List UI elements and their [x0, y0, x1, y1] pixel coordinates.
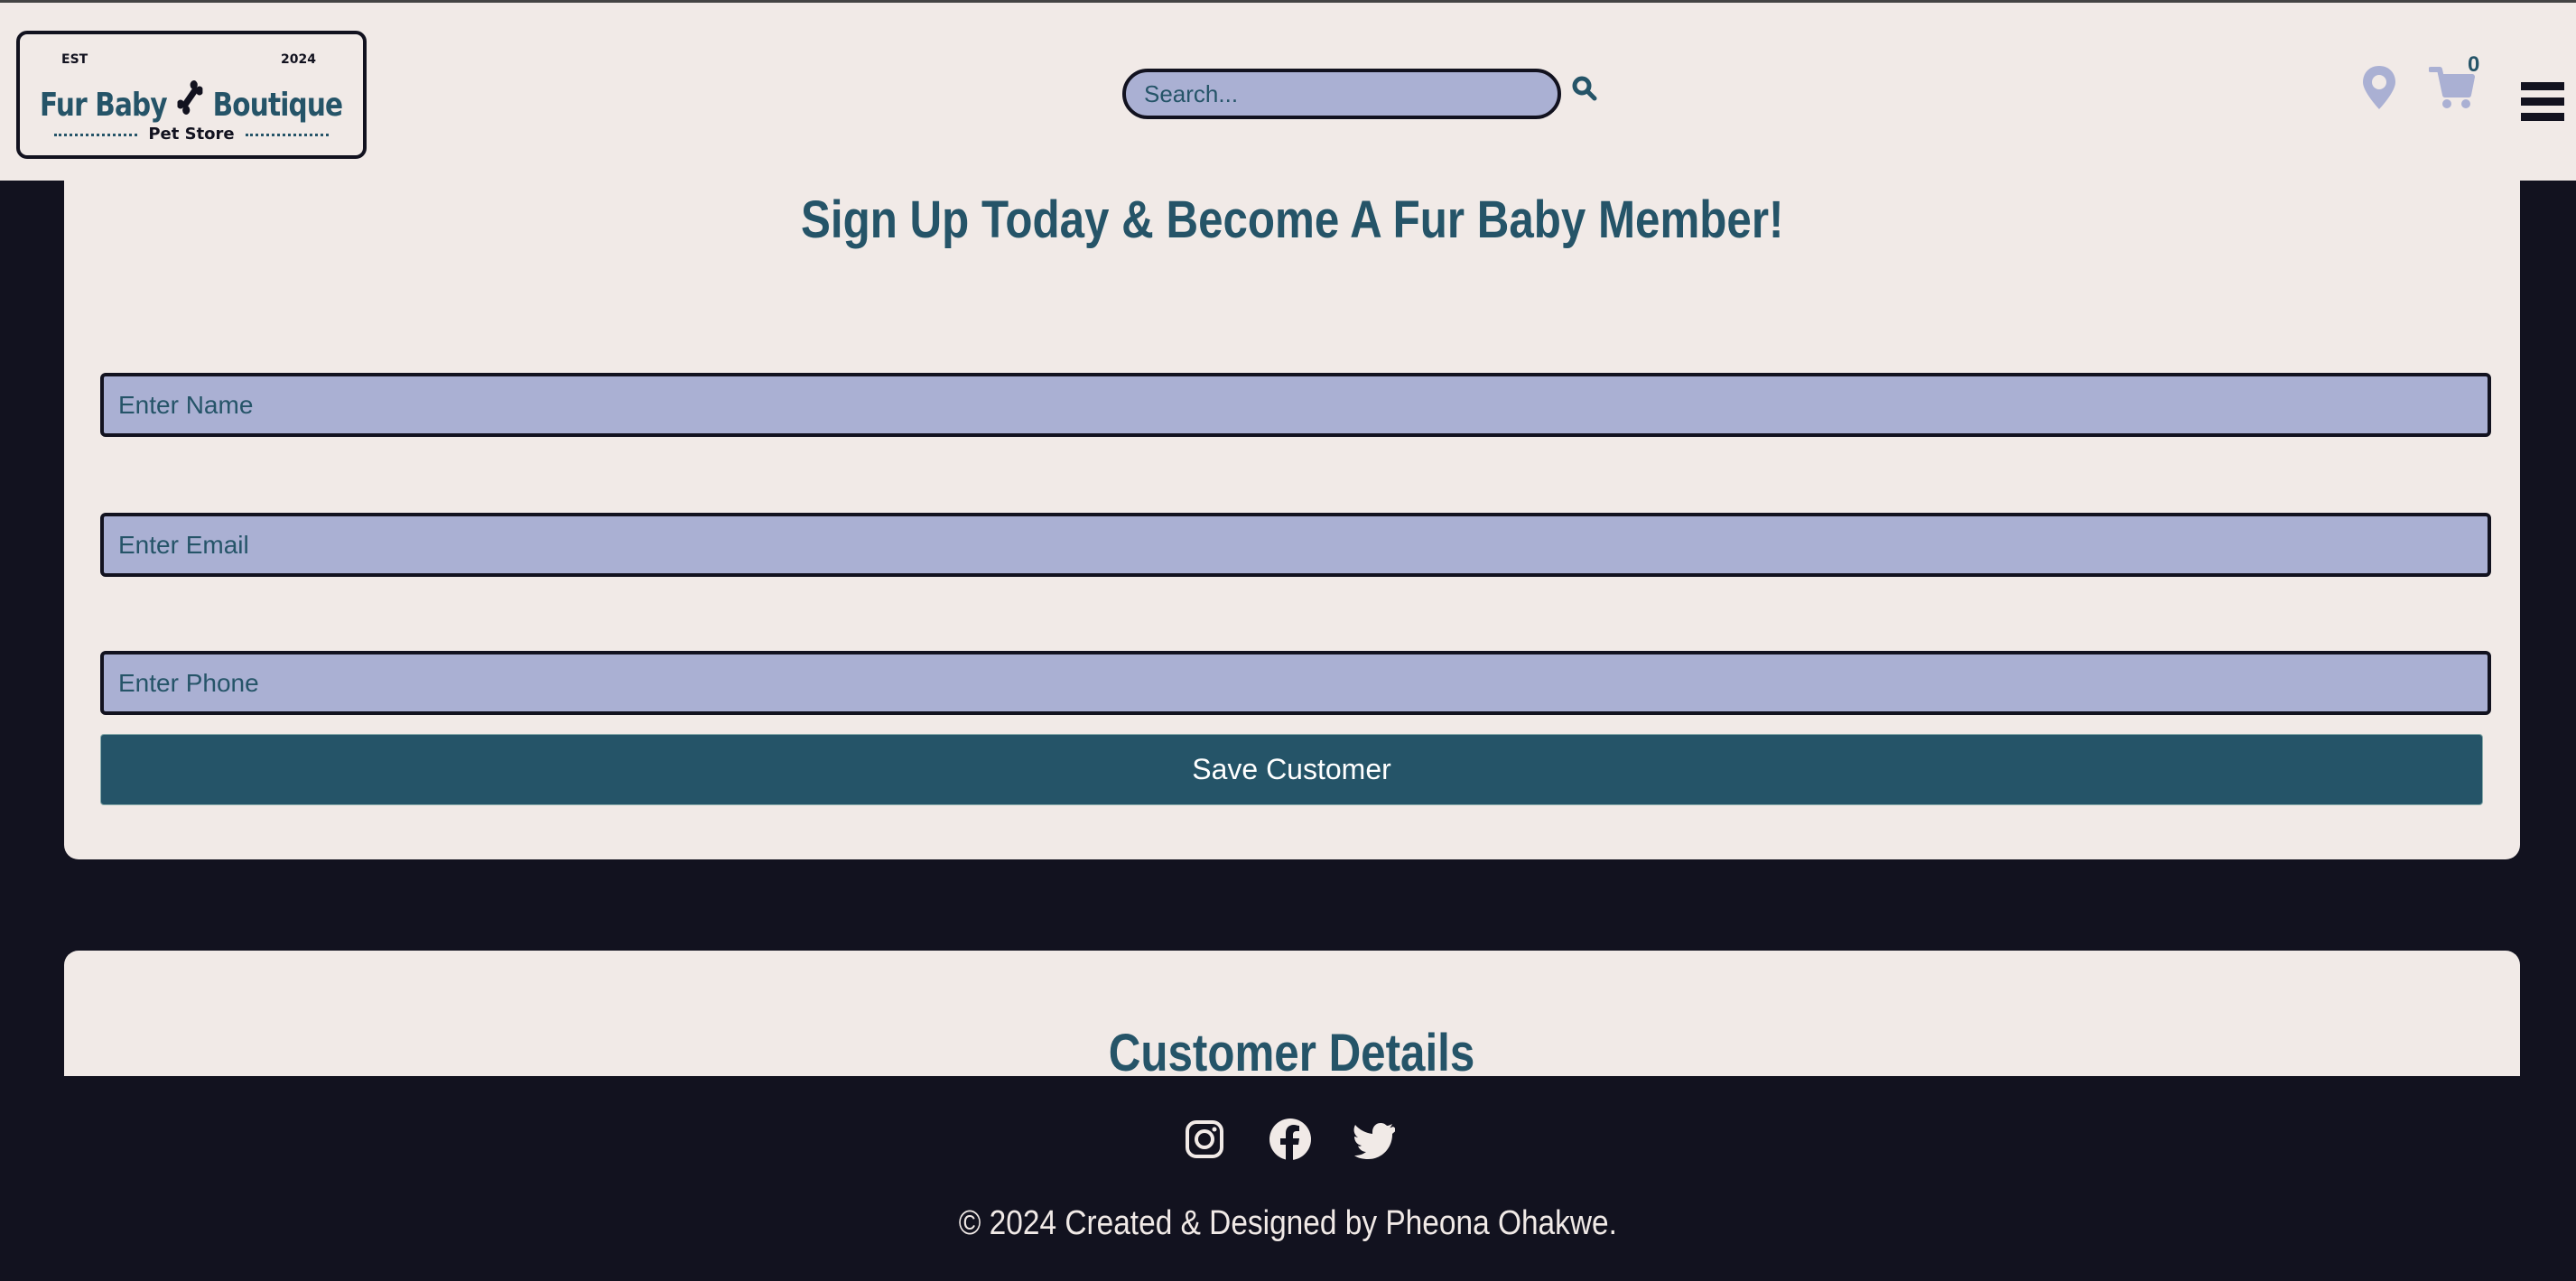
logo-subtitle: Pet Store	[20, 125, 363, 144]
signup-title-text: Sign Up Today & Become A Fur Baby Member…	[800, 190, 1784, 249]
location-pin-icon[interactable]	[2361, 64, 2397, 116]
copyright-label: © 2024 Created & Designed by Pheona Ohak…	[958, 1204, 1618, 1242]
instagram-icon[interactable]	[1185, 1118, 1224, 1161]
facebook-icon[interactable]	[1269, 1118, 1311, 1161]
search-input[interactable]	[1122, 69, 1561, 119]
signup-card: Sign Up Today & Become A Fur Baby Member…	[64, 153, 2520, 859]
save-customer-button[interactable]: Save Customer	[100, 734, 2483, 805]
phone-input[interactable]	[100, 651, 2491, 715]
customer-details-title-text: Customer Details	[1109, 1024, 1475, 1076]
logo-name: Fur Baby Boutique	[40, 79, 343, 124]
search-icon[interactable]	[1571, 75, 1600, 107]
signup-title: Sign Up Today & Become A Fur Baby Member…	[64, 190, 2520, 250]
social-links	[0, 1118, 2576, 1165]
logo-name-left: Fur Baby	[40, 87, 168, 124]
site-header: EST 2024 Fur Baby Boutique Pet Store 0	[0, 0, 2576, 181]
hamburger-menu-icon[interactable]	[2521, 82, 2564, 128]
copyright-text: © 2024 Created & Designed by Pheona Ohak…	[0, 1204, 2576, 1243]
logo-name-right: Boutique	[212, 87, 343, 124]
logo-est: EST	[61, 52, 88, 67]
customer-details-title: Customer Details	[64, 1023, 2520, 1076]
email-input[interactable]	[100, 513, 2491, 577]
logo[interactable]: EST 2024 Fur Baby Boutique Pet Store	[16, 31, 367, 159]
bone-icon	[176, 79, 203, 124]
logo-year: 2024	[281, 52, 316, 67]
twitter-icon[interactable]	[1352, 1121, 1397, 1165]
customer-details-card: Customer Details	[64, 951, 2520, 1076]
name-input[interactable]	[100, 373, 2491, 437]
cart-count-badge: 0	[2468, 52, 2480, 77]
